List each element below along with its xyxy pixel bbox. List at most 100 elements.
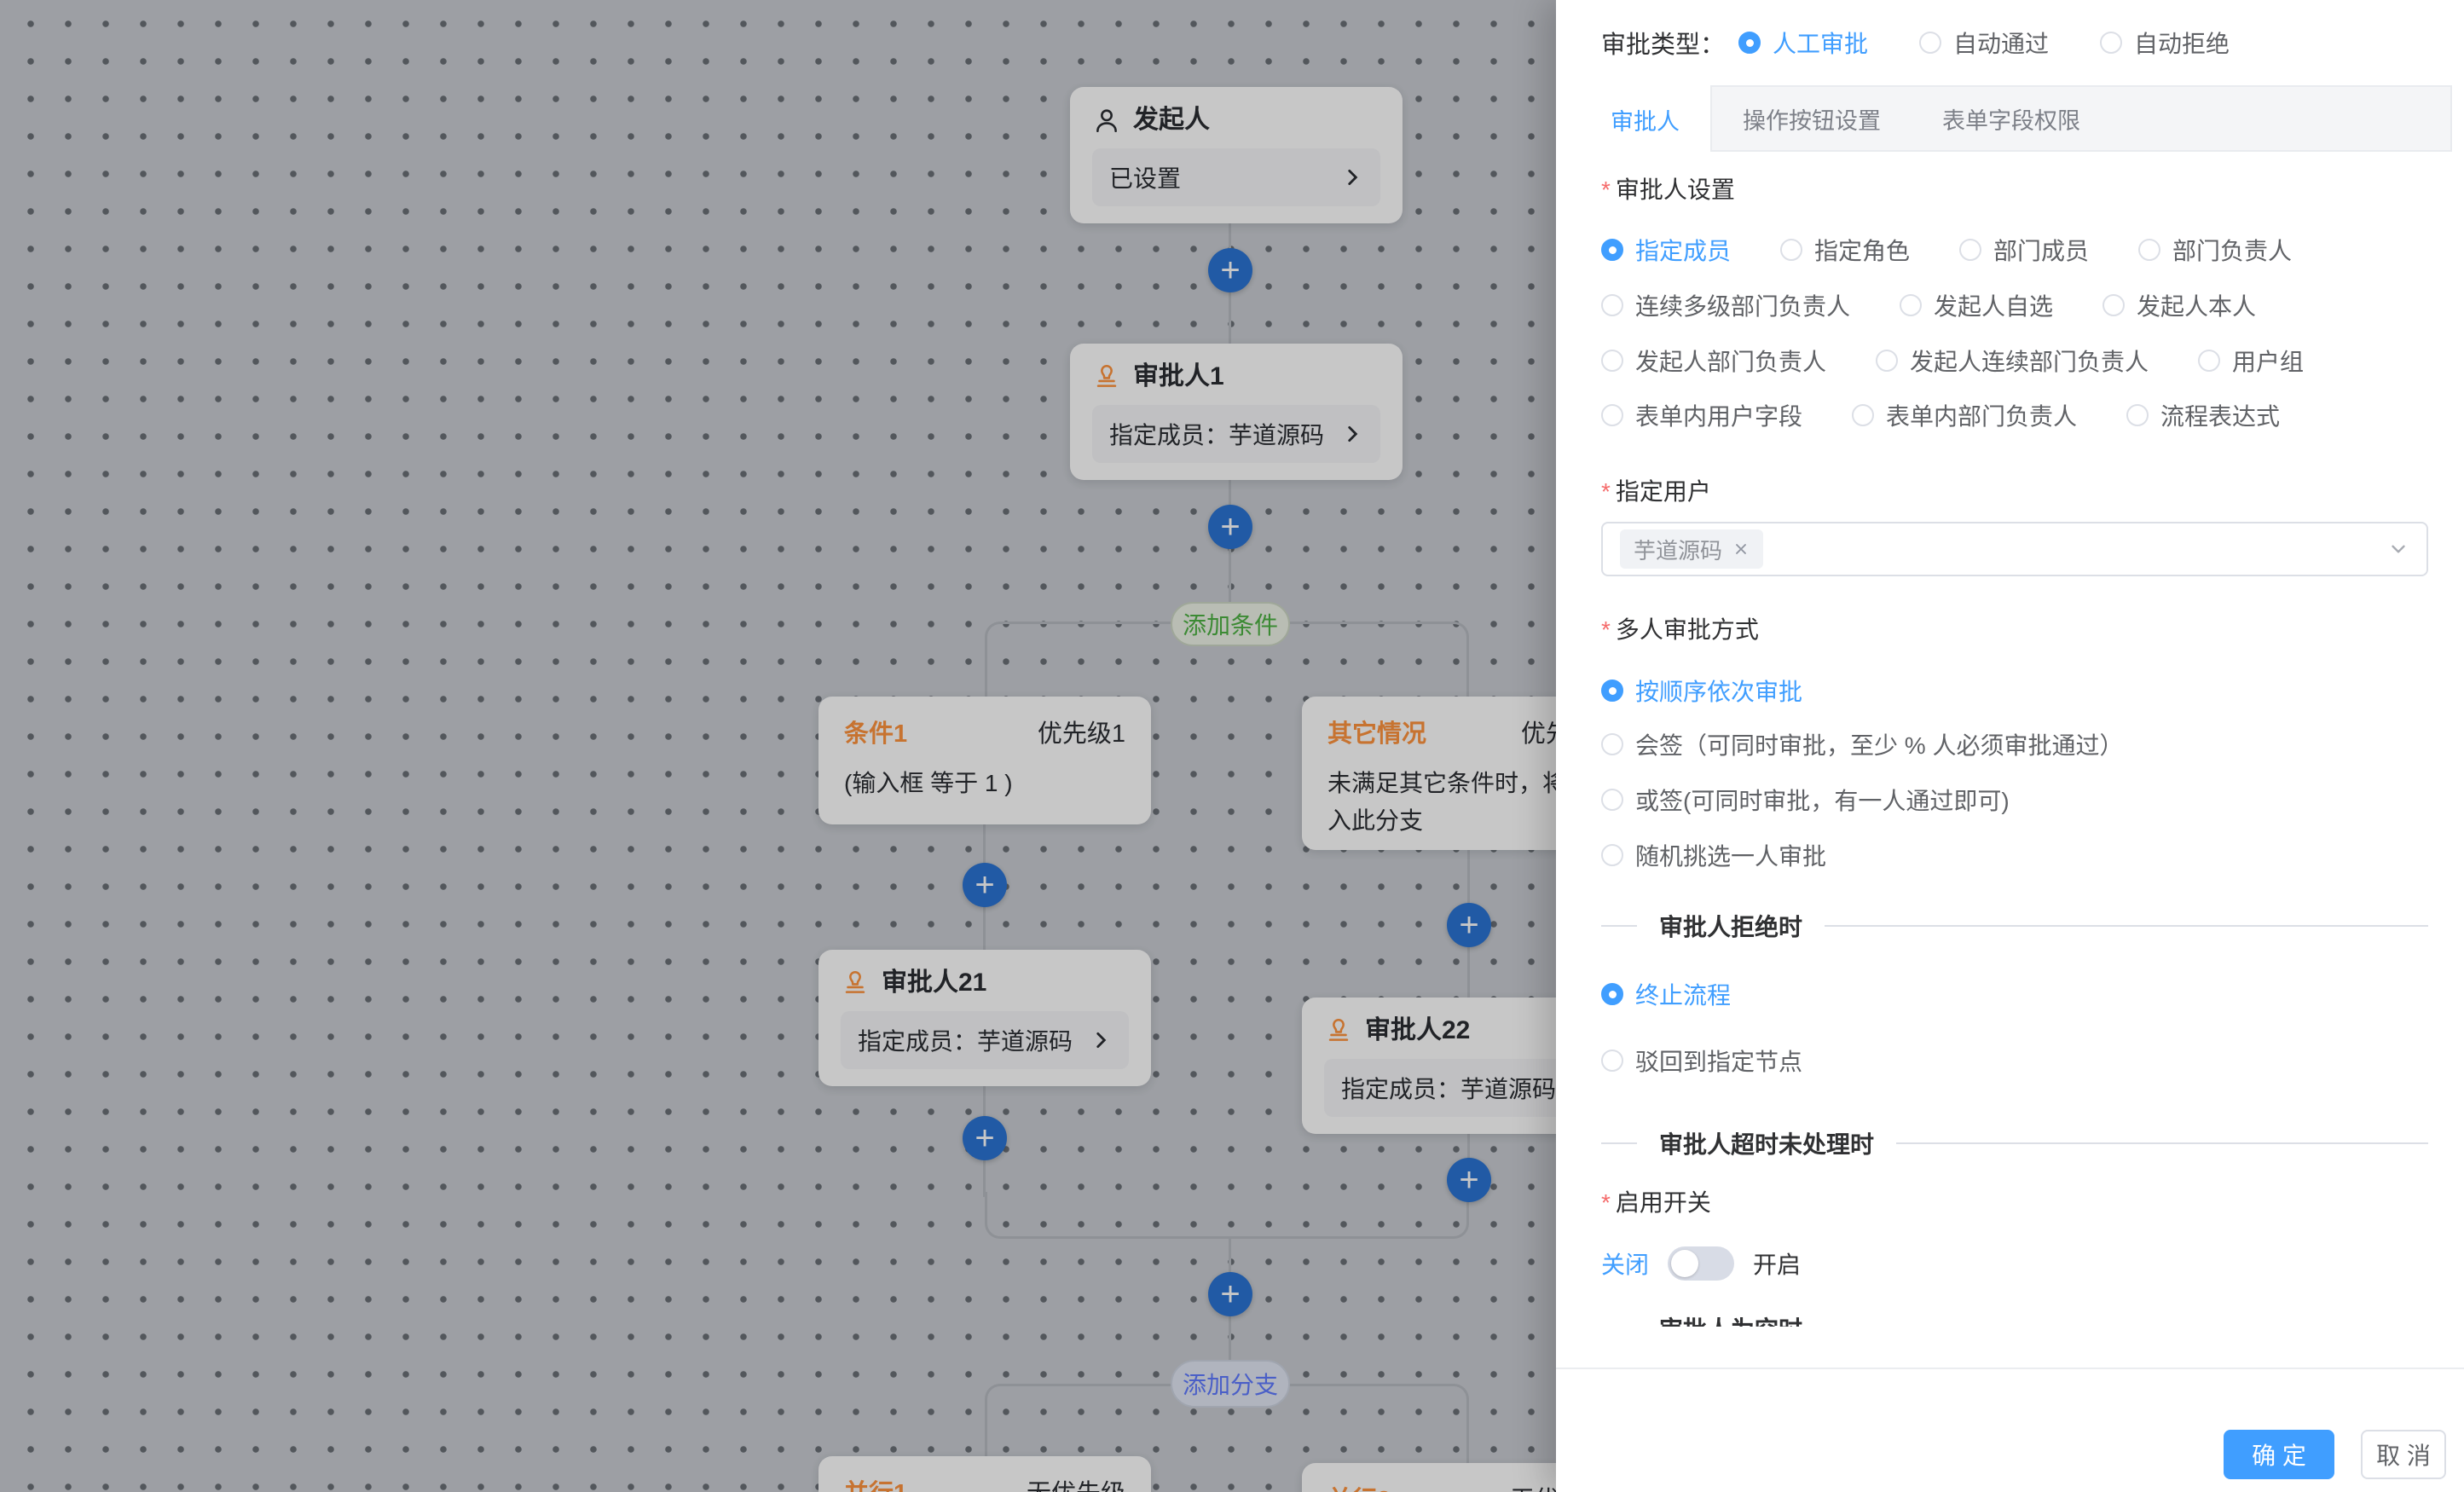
condition-title: 并行2	[1327, 1485, 1391, 1492]
tag-close-icon[interactable]	[1732, 541, 1750, 558]
radio-dept-member[interactable]: 部门成员	[1959, 233, 2089, 267]
node-approver1[interactable]: 审批人1 指定成员：芋道源码	[1070, 344, 1403, 480]
radio-random-one[interactable]: 随机挑选一人审批	[1601, 838, 1826, 872]
node-body-text: 指定成员：芋道源码	[858, 1023, 1073, 1057]
node-approver21-config[interactable]: 指定成员：芋道源码	[841, 1011, 1129, 1069]
switch-off-label: 关闭	[1601, 1246, 1649, 1281]
radio-dept-leader[interactable]: 部门负责人	[2138, 233, 2292, 267]
config-tabbar: 审批人 操作按钮设置 表单字段权限	[1580, 85, 2452, 152]
multi-approve-option2: 会签（可同时审批，至少 % 人必须审批通过）	[1601, 727, 2123, 761]
node-title-text: 审批人22	[1365, 1015, 1470, 1047]
enable-switch-label: 启用开关	[1601, 1186, 1711, 1220]
timeout-section-divider: 审批人超时未处理时	[1601, 1126, 2428, 1160]
node-title-text: 审批人21	[882, 967, 986, 999]
radio-user-group[interactable]: 用户组	[2198, 344, 2304, 378]
tab-form-field-permissions[interactable]: 表单字段权限	[1912, 87, 2111, 150]
node-title-text: 发起人	[1133, 104, 1210, 136]
radio-manual-approval[interactable]: 人工审批	[1738, 26, 1868, 60]
node-config-drawer: 审批类型： 人工审批 自动通过 自动拒绝 审批人 操作按钮设置 表单字段权限 审…	[1556, 0, 2464, 1492]
timeout-enable-toggle[interactable]	[1668, 1246, 1734, 1281]
multi-approve-option3: 或签(可同时审批，有一人通过即可)	[1601, 783, 2010, 817]
node-approver1-config[interactable]: 指定成员：芋道源码	[1092, 405, 1380, 463]
radio-initiator-self[interactable]: 发起人本人	[2102, 288, 2256, 322]
tab-approver[interactable]: 审批人	[1580, 85, 1712, 152]
radio-initiator-consecutive-dept-leader[interactable]: 发起人连续部门负责人	[1876, 344, 2149, 378]
chevron-down-icon	[2387, 538, 2409, 560]
node-parallel1[interactable]: 并行1 无优先级	[818, 1456, 1151, 1492]
assigned-user-label: 指定用户	[1601, 475, 1711, 509]
condition-priority: 优先级1	[1038, 719, 1125, 749]
radio-orsign[interactable]: 或签(可同时审批，有一人通过即可)	[1601, 783, 2010, 817]
node-initiator-title: 发起人	[1092, 104, 1380, 136]
reject-section-divider: 审批人拒绝时	[1601, 909, 2428, 943]
stamp-icon	[841, 969, 870, 998]
node-body-text: 指定成员：芋道源码	[1109, 417, 1324, 451]
stamp-icon	[1092, 362, 1121, 391]
enable-switch-row: 关闭 开启	[1601, 1242, 1801, 1285]
node-approver1-title: 审批人1	[1092, 361, 1380, 393]
radio-auto-reject[interactable]: 自动拒绝	[2100, 26, 2230, 60]
radio-countersign[interactable]: 会签（可同时审批，至少 % 人必须审批通过）	[1601, 727, 2123, 761]
approver-setting-label: 审批人设置	[1601, 173, 1735, 207]
node-initiator[interactable]: 发起人 已设置	[1070, 87, 1403, 223]
multi-approve-option1: 按顺序依次审批	[1601, 674, 1802, 708]
timeout-section-title: 审批人超时未处理时	[1659, 1126, 1874, 1160]
add-node-plus-button[interactable]: +	[1447, 903, 1491, 947]
empty-approver-divider: 审批人为空时	[1601, 1311, 2428, 1327]
radio-auto-approve[interactable]: 自动通过	[1919, 26, 2049, 60]
multi-approve-label: 多人审批方式	[1601, 613, 1759, 647]
cancel-button[interactable]: 取 消	[2361, 1430, 2446, 1479]
chevron-right-icon	[1090, 1029, 1112, 1051]
radio-terminate-process[interactable]: 终止流程	[1601, 977, 1731, 1011]
add-node-plus-button[interactable]: +	[1208, 1272, 1252, 1316]
stamp-icon	[1324, 1016, 1353, 1045]
radio-process-expression[interactable]: 流程表达式	[2126, 398, 2280, 432]
approval-type-label: 审批类型：	[1601, 25, 1725, 61]
radio-specified-role[interactable]: 指定角色	[1780, 233, 1910, 267]
config-scroll-area: 审批人设置 指定成员 指定角色 部门成员 部门负责人 连续多级部门负责人 发起人…	[1556, 153, 2464, 1327]
condition-title: 并行1	[844, 1478, 907, 1492]
add-node-plus-button[interactable]: +	[1208, 505, 1252, 549]
node-title-text: 审批人1	[1133, 361, 1224, 393]
approver-setting-row3: 发起人部门负责人 发起人连续部门负责人 用户组	[1601, 344, 2430, 378]
approver-setting-row1: 指定成员 指定角色 部门成员 部门负责人	[1601, 233, 2430, 267]
chevron-right-icon	[1341, 166, 1363, 188]
multi-approve-option4: 随机挑选一人审批	[1601, 838, 1826, 872]
radio-dot	[1738, 32, 1761, 54]
node-condition1[interactable]: 条件1 优先级1 (输入框 等于 1 )	[818, 697, 1151, 824]
radio-multi-level-dept-leader[interactable]: 连续多级部门负责人	[1601, 288, 1850, 322]
condition-desc: (输入框 等于 1 )	[844, 765, 1125, 802]
node-body-text: 已设置	[1109, 160, 1181, 194]
reject-option2: 驳回到指定节点	[1601, 1044, 1802, 1078]
radio-return-to-node[interactable]: 驳回到指定节点	[1601, 1044, 1802, 1078]
user-tag-text: 芋道源码	[1634, 534, 1722, 565]
radio-dot	[1919, 32, 1941, 54]
user-tag: 芋道源码	[1620, 529, 1763, 569]
node-approver21-title: 审批人21	[841, 967, 1129, 999]
add-node-plus-button[interactable]: +	[1447, 1158, 1491, 1202]
condition-priority: 无优先级	[1027, 1478, 1125, 1492]
node-body-text: 指定成员：芋道源码	[1341, 1071, 1556, 1105]
radio-form-user-field[interactable]: 表单内用户字段	[1601, 398, 1802, 432]
tab-action-buttons[interactable]: 操作按钮设置	[1712, 87, 1912, 150]
add-node-plus-button[interactable]: +	[963, 863, 1007, 907]
radio-initiator-dept-leader[interactable]: 发起人部门负责人	[1601, 344, 1826, 378]
node-approver21[interactable]: 审批人21 指定成员：芋道源码	[818, 950, 1151, 1086]
add-node-plus-button[interactable]: +	[1208, 248, 1252, 292]
radio-form-dept-leader[interactable]: 表单内部门负责人	[1852, 398, 2077, 432]
add-condition-pill[interactable]: 添加条件	[1171, 602, 1290, 646]
radio-sequential-approval[interactable]: 按顺序依次审批	[1601, 674, 1802, 708]
radio-initiator-self-select[interactable]: 发起人自选	[1900, 288, 2053, 322]
reject-section-title: 审批人拒绝时	[1659, 909, 1802, 943]
workflow-designer: 发起人 已设置 + 审批人1 指定成员：芋道源码	[0, 0, 2464, 1492]
confirm-button[interactable]: 确 定	[2224, 1430, 2334, 1479]
assigned-user-select[interactable]: 芋道源码	[1601, 522, 2428, 576]
empty-approver-title: 审批人为空时	[1659, 1311, 1802, 1327]
radio-specified-member[interactable]: 指定成员	[1601, 233, 1731, 267]
chevron-right-icon	[1341, 423, 1363, 445]
condition-title: 其它情况	[1327, 719, 1426, 749]
add-node-plus-button[interactable]: +	[963, 1116, 1007, 1160]
branch-merge-line	[985, 1192, 1469, 1239]
add-branch-pill[interactable]: 添加分支	[1171, 1360, 1290, 1408]
node-initiator-config[interactable]: 已设置	[1092, 148, 1380, 206]
